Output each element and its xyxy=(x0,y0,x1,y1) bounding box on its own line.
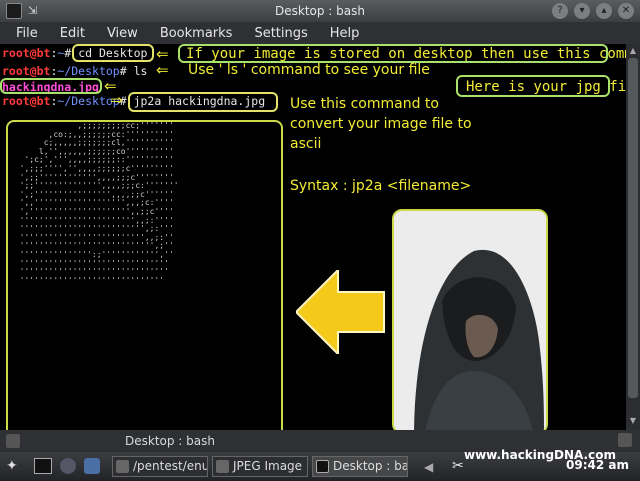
source-image-preview xyxy=(392,209,548,430)
window-title: Desktop : bash xyxy=(275,4,365,18)
menu-bar: File Edit View Bookmarks Settings Help xyxy=(0,22,640,44)
new-tab-icon[interactable] xyxy=(6,434,20,448)
folder-icon xyxy=(116,460,129,473)
scroll-down-icon[interactable]: ▼ xyxy=(628,416,638,426)
menu-view[interactable]: View xyxy=(107,26,138,41)
image-icon xyxy=(216,460,229,473)
terminal-area[interactable]: root@bt:~# cd Desktop root@bt:~/Desktop#… xyxy=(0,44,626,430)
menu-help[interactable]: Help xyxy=(330,26,360,41)
window-titlebar: ⇲ Desktop : bash ? ▾ ▴ ✕ xyxy=(0,0,640,22)
cd-command-highlight xyxy=(72,44,154,62)
terminal-scrollbar[interactable]: ▲ ▼ xyxy=(626,44,640,430)
help-icon[interactable]: ? xyxy=(552,3,568,19)
close-icon[interactable]: ✕ xyxy=(618,3,634,19)
arrow-left-icon: ⇐ xyxy=(156,61,169,79)
menu-bookmarks[interactable]: Bookmarks xyxy=(160,26,233,41)
task-desktop-bash[interactable]: Desktop : bas xyxy=(312,456,408,477)
maximize-icon[interactable]: ▴ xyxy=(596,3,612,19)
scroll-up-icon[interactable]: ▲ xyxy=(628,46,638,56)
pin-icon[interactable]: ⇲ xyxy=(28,4,37,17)
menu-file[interactable]: File xyxy=(16,26,38,41)
start-menu-icon[interactable]: ✦ xyxy=(6,458,18,474)
note-cd: If your image is stored on desktop then … xyxy=(178,44,626,63)
terminal-line-ls: root@bt:~/Desktop# ls xyxy=(2,64,148,78)
note-syntax: Syntax : jp2a <filename> xyxy=(290,178,472,194)
browser-launcher-icon[interactable] xyxy=(84,458,100,474)
big-arrow-left-icon xyxy=(296,270,385,354)
jp2a-command-highlight xyxy=(128,92,278,112)
scrollbar-thumb[interactable] xyxy=(628,58,638,398)
note-convert: Use this command to convert your image f… xyxy=(290,96,472,152)
taskbar-clock[interactable]: 09:42 am xyxy=(566,458,629,472)
ascii-art-output: ,;;;;;;;;;cc;''''''' ,co:;,,;;;;;;cc:'''… xyxy=(19,121,179,285)
task-pentest[interactable]: /pentest/enu xyxy=(112,456,208,477)
file-highlight xyxy=(0,78,102,94)
close-tab-icon[interactable] xyxy=(618,433,632,447)
terminal-launcher-icon[interactable] xyxy=(34,458,52,474)
minimize-icon[interactable]: ▾ xyxy=(574,3,590,19)
task-jpeg-image[interactable]: JPEG Image xyxy=(212,456,308,477)
dolphin-launcher-icon[interactable] xyxy=(60,458,76,474)
arrow-right-icon: ⇒ xyxy=(110,91,123,109)
terminal-icon xyxy=(316,460,329,473)
scissors-icon[interactable]: ✂ xyxy=(452,458,464,474)
menu-settings[interactable]: Settings xyxy=(254,26,307,41)
hooded-figure-image xyxy=(394,211,546,430)
note-jpg: Here is your jpg file xyxy=(456,75,626,97)
desktop-pager-icon[interactable]: ◀ xyxy=(424,460,433,474)
menu-edit[interactable]: Edit xyxy=(60,26,85,41)
terminal-icon[interactable] xyxy=(6,3,22,19)
note-ls: Use ' ls ' command to see your file xyxy=(188,62,430,78)
tab-desktop-bash[interactable]: Desktop : bash xyxy=(125,434,215,448)
